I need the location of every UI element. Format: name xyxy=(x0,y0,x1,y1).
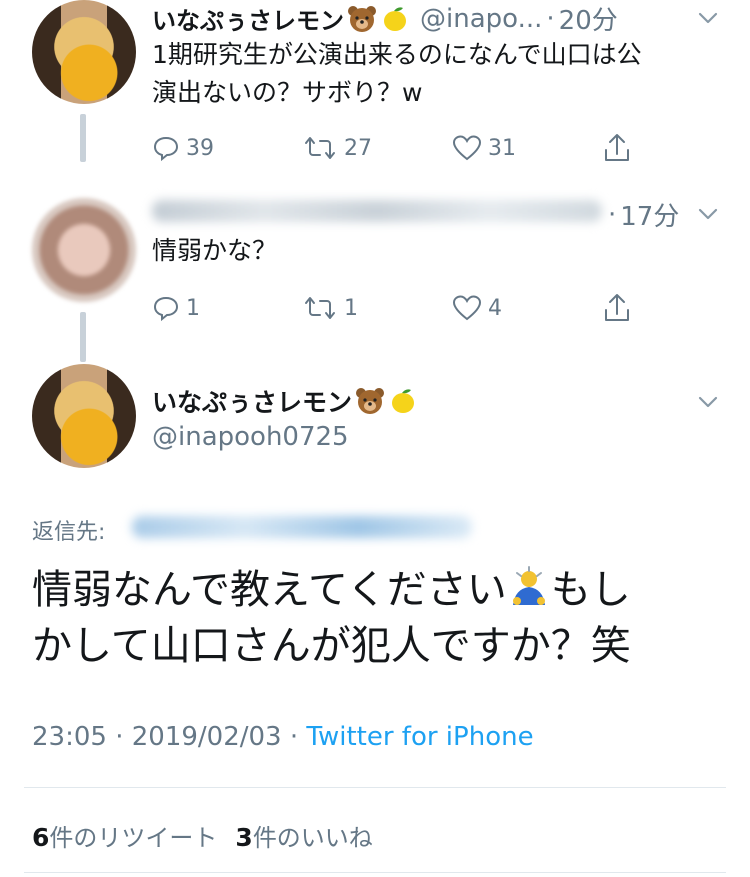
chevron-down-icon[interactable] xyxy=(694,200,722,228)
share-button[interactable] xyxy=(602,292,642,324)
like-stat-label: 件のいいね xyxy=(252,824,373,852)
display-name[interactable]: いなぷぅさレモン xyxy=(152,1,344,36)
main-user-name: いなぷぅさレモン xyxy=(152,383,418,419)
bear-face-icon xyxy=(356,388,385,414)
like-button[interactable]: 31 xyxy=(452,132,602,164)
chevron-down-icon[interactable] xyxy=(694,4,722,32)
separator-dot: · xyxy=(106,722,132,752)
tweet-text-line: 演出ないの？サボり？w xyxy=(152,78,423,107)
blurred-reply-handle xyxy=(132,516,472,538)
bowing-person-icon xyxy=(512,566,545,605)
reply-icon xyxy=(153,136,179,162)
reply-count: 39 xyxy=(186,135,214,161)
share-button[interactable] xyxy=(602,132,642,164)
retweet-button[interactable]: 1 xyxy=(302,292,452,324)
tweet-header: いなぷぅさレモン @inapo... · 20分 xyxy=(152,0,618,37)
share-icon xyxy=(605,294,629,321)
thread-line xyxy=(80,312,86,362)
retweet-stat[interactable]: 6件のリツイート xyxy=(32,823,218,852)
tweet-time: 23:05 xyxy=(32,722,107,752)
reply-button[interactable]: 1 xyxy=(152,292,302,324)
bear-face-icon xyxy=(348,5,376,32)
tweet-actions: 1 1 4 xyxy=(152,292,642,324)
like-button[interactable]: 4 xyxy=(452,292,602,324)
retweet-button[interactable]: 27 xyxy=(302,132,452,164)
retweet-icon xyxy=(305,137,335,159)
tweet-time[interactable]: 17分 xyxy=(620,196,679,233)
tweet-meta: 23:05 · 2019/02/03 · Twitter for iPhone xyxy=(32,722,534,752)
retweet-total: 6 xyxy=(32,823,50,852)
avatar[interactable] xyxy=(32,364,136,468)
chevron-down-icon[interactable] xyxy=(694,388,722,416)
divider xyxy=(24,872,726,873)
tweet-text: 情弱なんで教えてください もし かして山口さんが犯人ですか？笑 xyxy=(32,562,712,674)
tweet-text-segment: もし xyxy=(550,567,631,613)
retweet-count: 1 xyxy=(344,295,358,321)
separator-dot: · xyxy=(281,722,307,752)
tweet-stats: 6件のリツイート 3件のいいね xyxy=(32,818,373,853)
tweet-text: 情弱かな？ xyxy=(152,236,278,265)
user-handle[interactable]: @inapooh0725 xyxy=(152,422,349,452)
thread-line xyxy=(80,114,86,162)
tweet-time[interactable]: 20分 xyxy=(559,0,618,37)
lemon-icon xyxy=(392,389,415,413)
avatar[interactable] xyxy=(32,0,136,104)
like-count: 31 xyxy=(488,135,516,161)
share-icon xyxy=(605,134,629,161)
retweet-count: 27 xyxy=(344,135,372,161)
reply-button[interactable]: 39 xyxy=(152,132,302,164)
reply-to-label: 返信先: xyxy=(32,520,106,545)
tweet-text: 1期研究生が公演出来るのになんで山口は公 演出ないの？サボり？w xyxy=(152,36,642,112)
reply-icon xyxy=(153,296,179,322)
like-total: 3 xyxy=(235,823,253,852)
tweet-actions: 39 27 31 xyxy=(152,132,642,164)
lemon-icon xyxy=(384,6,406,31)
retweet-icon xyxy=(305,297,335,319)
retweet-stat-label: 件のリツイート xyxy=(49,824,218,852)
heart-icon xyxy=(452,295,482,321)
avatar[interactable] xyxy=(32,198,136,302)
tweet-text-segment: 情弱なんで教えてください xyxy=(32,567,507,613)
reply-count: 1 xyxy=(186,295,200,321)
user-handle[interactable]: @inapo... xyxy=(420,4,542,34)
tweet-text-line: かして山口さんが犯人ですか？笑 xyxy=(32,623,631,669)
separator-dot: · xyxy=(546,3,555,34)
display-name[interactable]: いなぷぅさレモン xyxy=(152,383,352,419)
like-stat[interactable]: 3件のいいね xyxy=(235,823,373,852)
like-count: 4 xyxy=(488,295,502,321)
tweet-header: · 17分 xyxy=(604,196,679,233)
tweet-date: 2019/02/03 xyxy=(131,722,282,752)
separator-dot: · xyxy=(608,199,617,230)
heart-icon xyxy=(452,135,482,161)
blurred-user-name xyxy=(152,200,602,222)
tweet-source-link[interactable]: Twitter for iPhone xyxy=(306,722,533,752)
tweet-text-line: 情弱なんで教えてください もし xyxy=(32,562,712,618)
tweet-text-line: 1期研究生が公演出来るのになんで山口は公 xyxy=(152,40,642,69)
divider xyxy=(24,787,726,788)
